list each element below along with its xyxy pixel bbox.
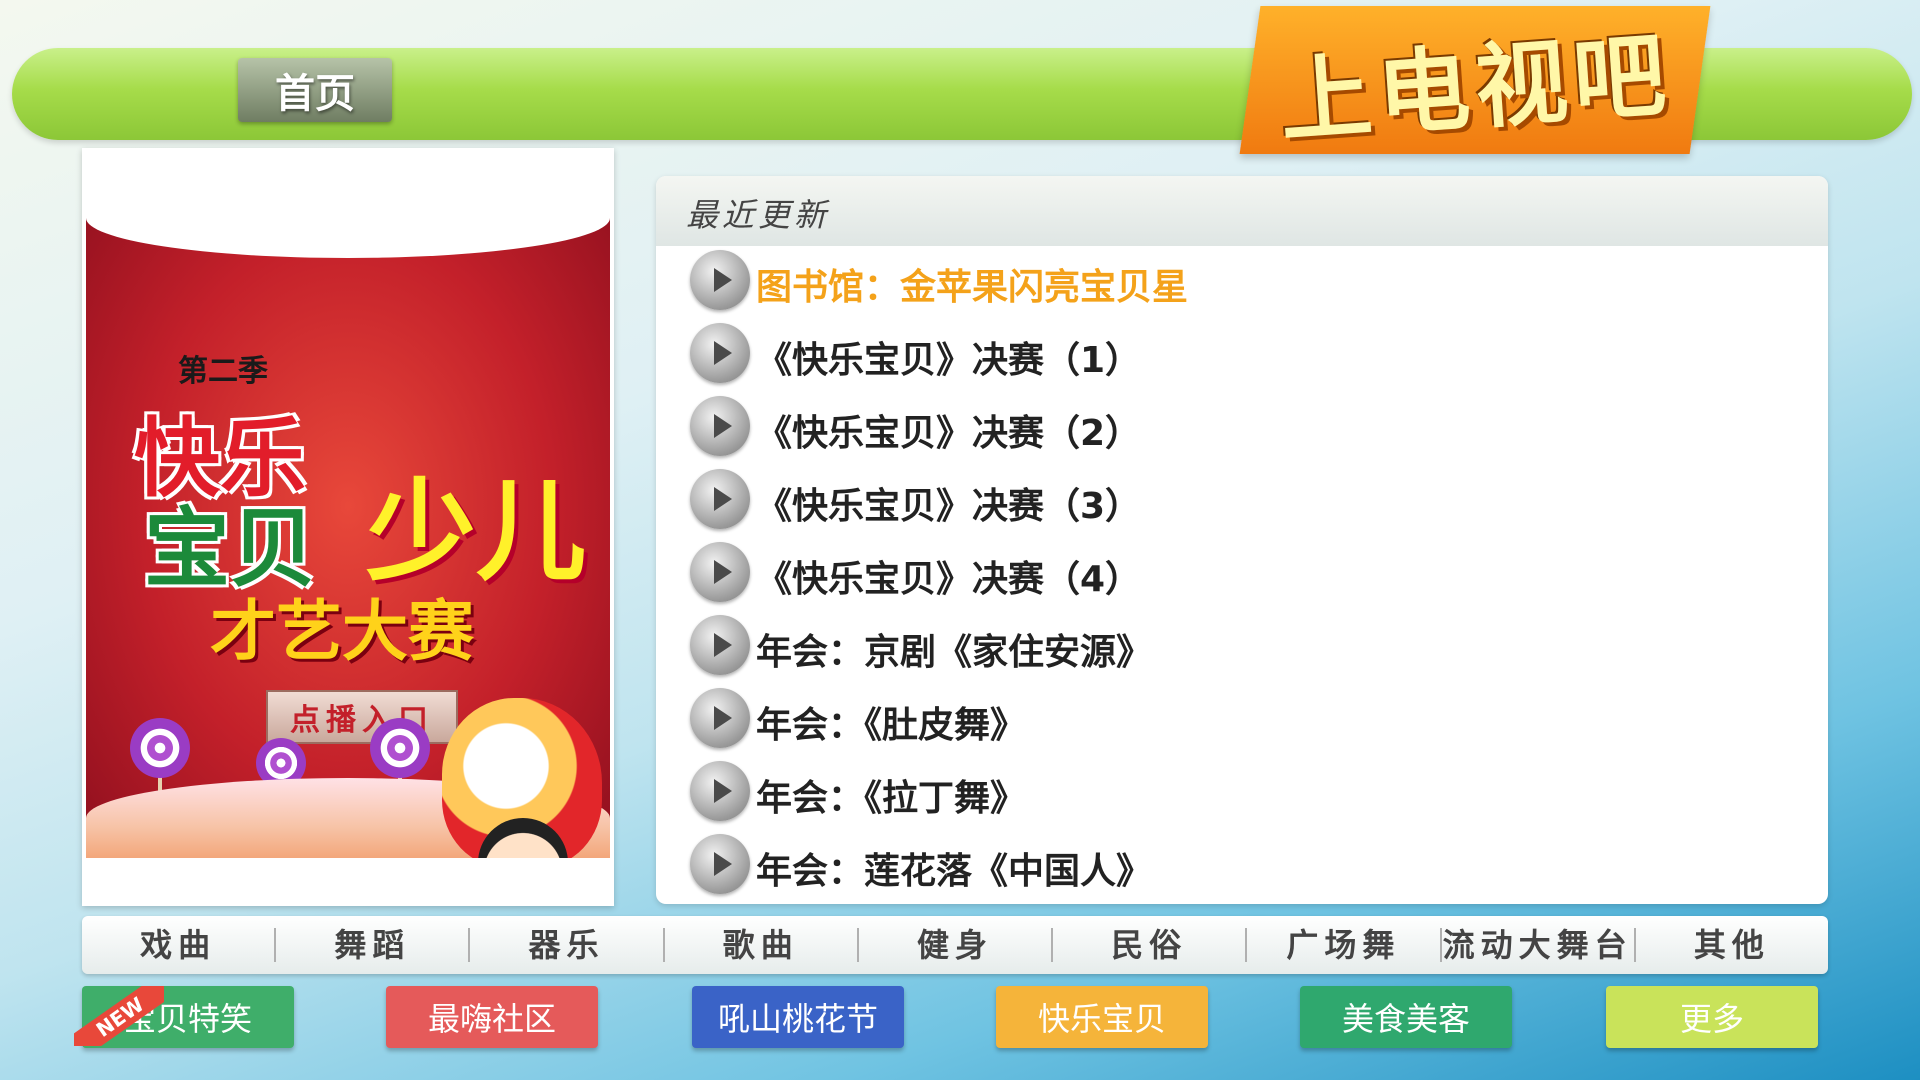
list-item[interactable]: 年会：《拉丁舞》 <box>690 759 1790 831</box>
poster-season: 第二季 <box>178 354 268 389</box>
recent-updates-panel: 最近更新 图书馆：金苹果闪亮宝贝星 《快乐宝贝》决赛（1） 《快乐宝贝》决赛（2… <box>656 176 1828 904</box>
poster-subtitle: 才艺大赛 <box>210 593 474 670</box>
new-badge-label: NEW <box>74 986 164 1046</box>
button-label: 吼山桃花节 <box>717 1000 878 1038</box>
category-mobile-stage[interactable]: 流动大舞台 <box>1442 928 1636 962</box>
category-other[interactable]: 其他 <box>1636 928 1828 962</box>
category-bar: 戏曲 舞蹈 器乐 歌曲 健身 民俗 广场舞 流动大舞台 其他 <box>82 916 1828 974</box>
category-instrumental[interactable]: 器乐 <box>470 928 665 962</box>
list-item-label: 年会：《肚皮舞》 <box>756 705 1027 746</box>
poster-artwork: 第二季 快乐 宝贝 少儿 才艺大赛 点播入口 <box>86 218 610 858</box>
lollipop-icon <box>370 718 430 778</box>
play-icon <box>690 250 750 310</box>
category-folk[interactable]: 民俗 <box>1053 928 1248 962</box>
home-button[interactable]: 首页 <box>238 58 392 122</box>
new-badge: NEW <box>74 986 164 1046</box>
play-icon <box>690 396 750 456</box>
category-songs[interactable]: 歌曲 <box>665 928 859 962</box>
shortcut-button-community[interactable]: 最嗨社区 <box>386 986 598 1048</box>
vod-entry-button[interactable]: 点播入口 <box>266 690 458 744</box>
play-icon <box>690 761 750 821</box>
shortcut-button-food[interactable]: 美食美客 <box>1300 986 1512 1048</box>
list-item-label: 《快乐宝贝》决赛（4） <box>756 559 1142 600</box>
list-item-label: 《快乐宝贝》决赛（1） <box>756 340 1142 381</box>
list-item[interactable]: 《快乐宝贝》决赛（3） <box>690 467 1790 539</box>
play-icon <box>690 688 750 748</box>
list-item-label: 年会：《拉丁舞》 <box>756 778 1027 819</box>
shortcut-button-peach-festival[interactable]: 吼山桃花节 <box>692 986 904 1048</box>
list-item-label: 图书馆：金苹果闪亮宝贝星 <box>756 267 1189 308</box>
list-item-label: 年会：京剧《家住安源》 <box>756 632 1153 673</box>
shortcut-button-happy-baby[interactable]: 快乐宝贝 <box>996 986 1208 1048</box>
list-item[interactable]: 《快乐宝贝》决赛（4） <box>690 540 1790 612</box>
panel-title: 最近更新 <box>686 196 831 234</box>
category-fitness[interactable]: 健身 <box>859 928 1054 962</box>
category-dance[interactable]: 舞蹈 <box>276 928 471 962</box>
play-icon <box>690 469 750 529</box>
list-item[interactable]: 年会：京剧《家住安源》 <box>690 613 1790 685</box>
category-opera[interactable]: 戏曲 <box>82 928 277 962</box>
snow-decoration <box>86 218 610 258</box>
list-item[interactable]: 《快乐宝贝》决赛（1） <box>690 321 1790 393</box>
play-icon <box>690 323 750 383</box>
button-label: 美食美客 <box>1341 1000 1470 1038</box>
list-item[interactable]: 年会：莲花落《中国人》 <box>690 832 1790 904</box>
list-item[interactable]: 《快乐宝贝》决赛（2） <box>690 394 1790 466</box>
button-label: 快乐宝贝 <box>1037 1000 1166 1038</box>
featured-poster[interactable]: 第二季 快乐 宝贝 少儿 才艺大赛 点播入口 <box>82 148 614 906</box>
panel-header: 最近更新 <box>656 176 1828 246</box>
play-icon <box>690 542 750 602</box>
button-label: 最嗨社区 <box>427 1000 556 1038</box>
button-label: 更多 <box>1679 1000 1744 1038</box>
lollipop-icon <box>130 718 190 778</box>
play-icon <box>690 834 750 894</box>
list-item-label: 《快乐宝贝》决赛（3） <box>756 486 1142 527</box>
list-item-label: 年会：莲花落《中国人》 <box>756 851 1153 892</box>
list-item[interactable]: 年会：《肚皮舞》 <box>690 686 1790 758</box>
category-square-dance[interactable]: 广场舞 <box>1247 928 1442 962</box>
shortcut-button-more[interactable]: 更多 <box>1606 986 1818 1048</box>
play-icon <box>690 615 750 675</box>
list-item-label: 《快乐宝贝》决赛（2） <box>756 413 1142 454</box>
list-item[interactable]: 图书馆：金苹果闪亮宝贝星 <box>690 248 1790 320</box>
